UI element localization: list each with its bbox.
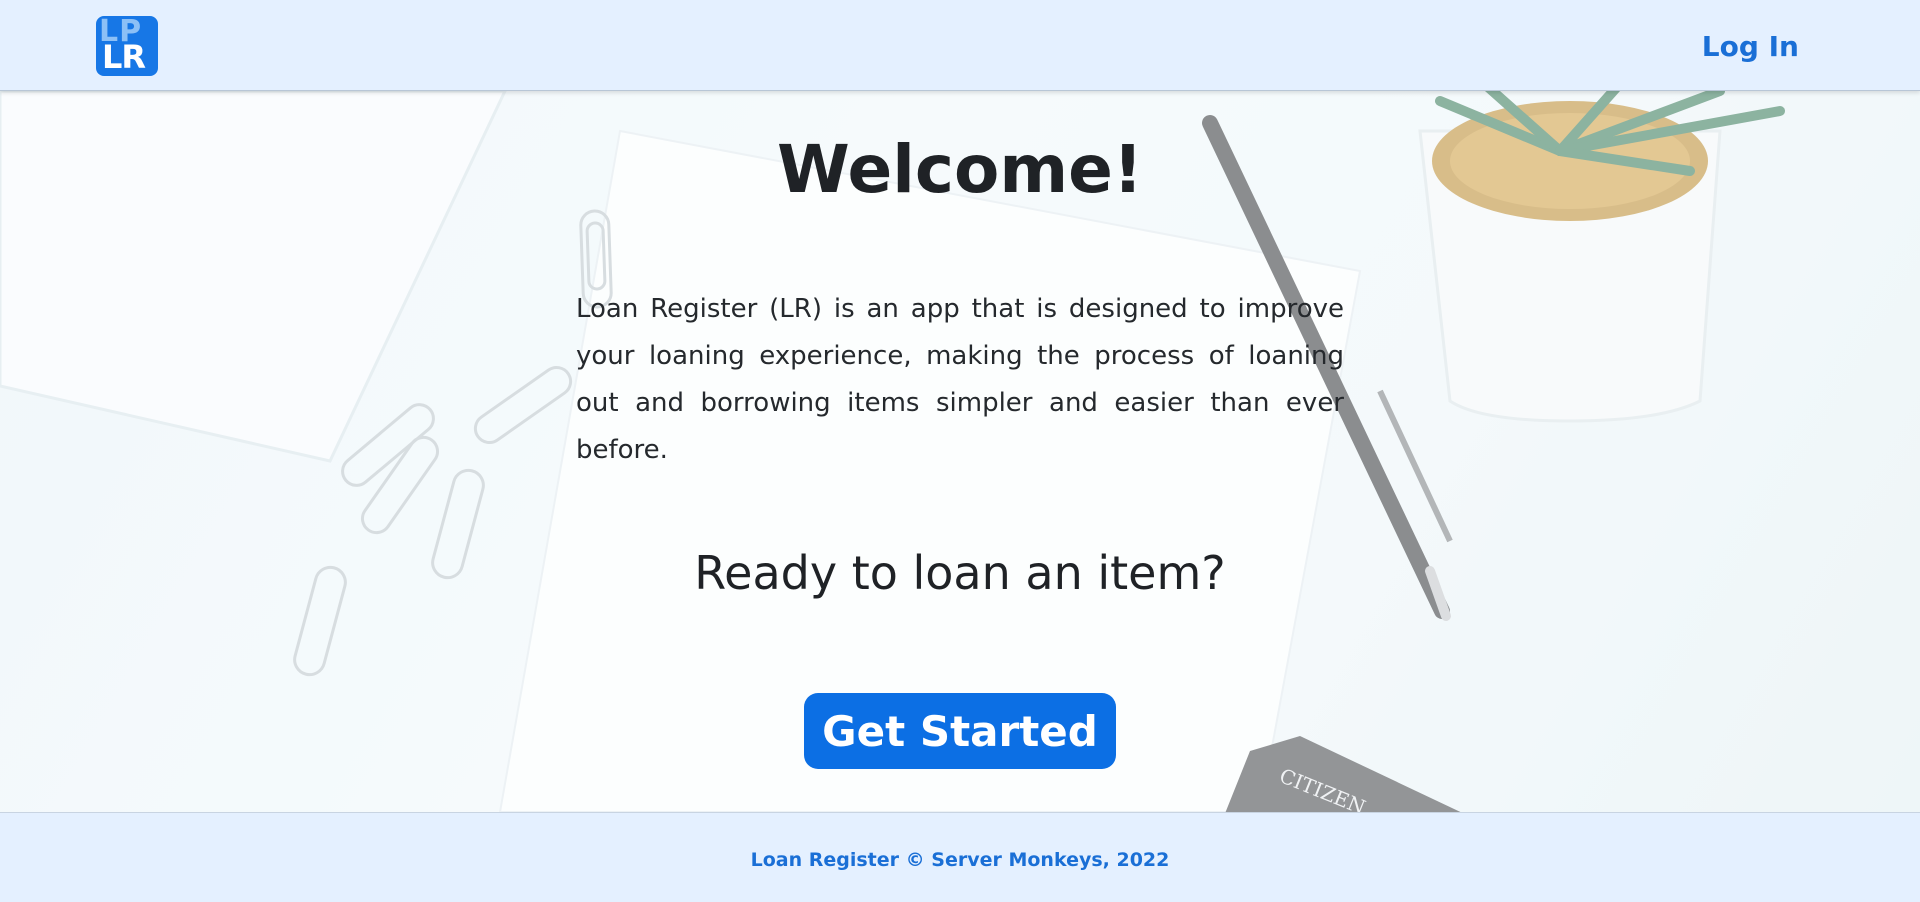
login-link[interactable]: Log In bbox=[1702, 30, 1799, 63]
cta-prompt-heading: Ready to loan an item? bbox=[694, 546, 1226, 600]
hero-section: CITIZEN Welcome! Loan Register (LR) is a… bbox=[0, 91, 1920, 812]
lr-logo-icon[interactable]: LP LR bbox=[96, 16, 158, 76]
footer-copyright: Loan Register © Server Monkeys, 2022 bbox=[750, 849, 1170, 871]
welcome-heading: Welcome! bbox=[777, 131, 1143, 208]
get-started-button[interactable]: Get Started bbox=[804, 693, 1116, 769]
footer: Loan Register © Server Monkeys, 2022 bbox=[0, 812, 1920, 902]
logo-text-bottom: LR bbox=[102, 38, 146, 76]
top-navbar: LP LR Log In bbox=[0, 0, 1920, 91]
intro-paragraph: Loan Register (LR) is an app that is des… bbox=[576, 294, 1344, 465]
landing-page: LP LR Log In CITIZEN Welcome! Loan Regis… bbox=[0, 0, 1920, 902]
